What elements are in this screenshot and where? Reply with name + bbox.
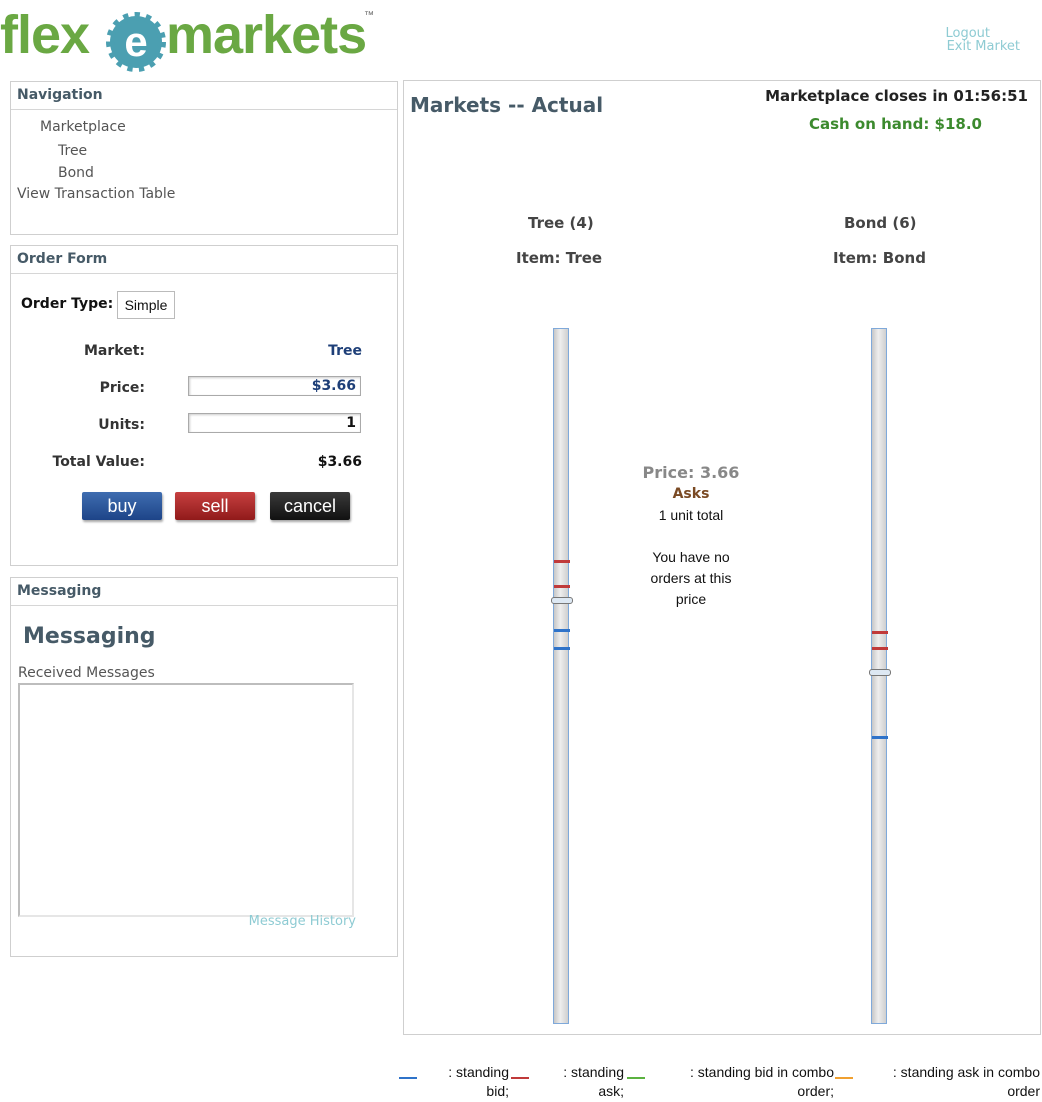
price-info-units: 1 unit total: [658, 507, 724, 523]
order-type-value: Simple: [124, 297, 168, 313]
order-type-select[interactable]: Simple: [117, 291, 175, 319]
navigation-header: Navigation: [11, 82, 397, 110]
price-info-box: Price: 3.66 Asks 1 unit total You have n…: [621, 463, 761, 610]
market-label: Market:: [83, 343, 145, 359]
flexemarkets-logo: flex e markets ™: [0, 0, 380, 80]
price-info-side: Asks: [672, 486, 710, 502]
order-form-panel: Order Form Order Type: Simple Market: Tr…: [10, 245, 398, 566]
exit-market-link[interactable]: Exit Market: [947, 40, 1020, 53]
logo-e-icon: e: [106, 12, 166, 72]
marketplace-closes-timer: Marketplace closes in 01:56:51: [765, 87, 1028, 105]
logo-text-markets: markets: [166, 5, 367, 65]
messaging-panel: Messaging Messaging Received Messages Me…: [10, 577, 398, 957]
nav-item-tree[interactable]: Tree: [58, 143, 87, 159]
tree-standing-ask-mark[interactable]: [554, 560, 570, 563]
sell-button[interactable]: sell: [175, 492, 255, 520]
markets-title: Markets -- Actual: [410, 93, 604, 117]
bond-standing-ask-mark[interactable]: [872, 647, 888, 650]
price-info-no-orders: You have no orders at this price: [650, 549, 732, 607]
legend-bid-text: : standing bid;: [448, 1064, 509, 1099]
bond-standing-bid-mark[interactable]: [872, 736, 888, 739]
buy-button[interactable]: buy: [82, 492, 162, 520]
tree-standing-bid-mark[interactable]: [554, 647, 570, 650]
total-value-label: Total Value:: [52, 454, 146, 470]
legend-combo-bid-swatch: [627, 1077, 645, 1079]
bond-item-label: Item: Bond: [833, 249, 926, 267]
nav-item-transaction-table[interactable]: View Transaction Table: [17, 186, 175, 202]
bond-standing-ask-mark[interactable]: [872, 631, 888, 634]
markets-panel: Markets -- Actual Marketplace closes in …: [403, 80, 1041, 1035]
logo-text-flex: flex: [0, 5, 90, 65]
market-value: Tree: [328, 343, 362, 359]
tree-item-label: Item: Tree: [516, 249, 603, 267]
received-messages-label: Received Messages: [18, 665, 155, 681]
tree-standing-ask-mark[interactable]: [554, 585, 570, 588]
legend-bid-swatch: [399, 1077, 417, 1079]
units-label: Units:: [98, 417, 145, 433]
legend-combo-ask-swatch: [835, 1077, 853, 1079]
order-form-header: Order Form: [11, 246, 397, 274]
trademark-symbol: ™: [364, 10, 374, 21]
messaging-header: Messaging: [11, 578, 397, 606]
cash-on-hand: Cash on hand: $18.0: [808, 115, 982, 133]
legend-combo-ask-text: : standing ask in combo order: [892, 1064, 1040, 1099]
price-input[interactable]: [188, 376, 361, 396]
tree-price-rail[interactable]: [551, 328, 573, 1024]
tree-price-slider-handle[interactable]: [551, 597, 573, 604]
order-type-label: Order Type:: [21, 296, 114, 312]
cancel-button[interactable]: cancel: [270, 492, 350, 520]
price-info-price: Price: 3.66: [642, 463, 740, 482]
bond-price-rail[interactable]: [869, 328, 891, 1024]
units-input[interactable]: [188, 413, 361, 433]
nav-item-marketplace[interactable]: Marketplace: [40, 119, 126, 135]
bond-price-slider-handle[interactable]: [869, 669, 891, 676]
legend-ask-swatch: [511, 1077, 529, 1079]
legend: : standing bid; : standing ask; : standi…: [399, 1062, 1042, 1102]
navigation-panel: Navigation Marketplace Tree Bond View Tr…: [10, 81, 398, 235]
total-value: $3.66: [317, 454, 362, 470]
svg-text:e: e: [124, 18, 147, 65]
price-label: Price:: [99, 380, 145, 396]
nav-item-bond[interactable]: Bond: [58, 165, 94, 181]
messaging-heading: Messaging: [23, 624, 156, 649]
bond-market-name[interactable]: Bond (6): [844, 214, 917, 232]
tree-market-name[interactable]: Tree (4): [528, 214, 594, 232]
legend-ask-text: : standing ask;: [563, 1064, 624, 1099]
tree-standing-bid-mark[interactable]: [554, 629, 570, 632]
message-history-link[interactable]: Message History: [249, 914, 356, 929]
legend-combo-bid-text: : standing bid in combo order;: [690, 1064, 834, 1099]
received-messages-box[interactable]: [18, 683, 354, 917]
